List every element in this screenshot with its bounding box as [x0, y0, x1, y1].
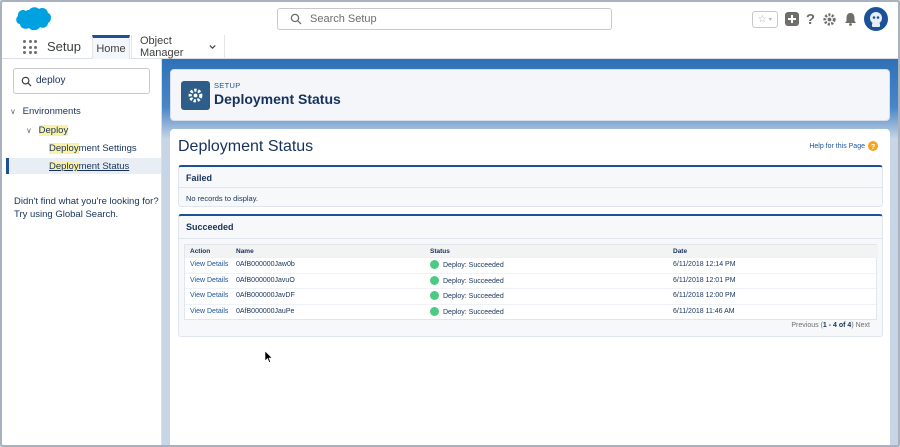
quick-find-value: deploy	[36, 75, 66, 86]
help-for-page-link[interactable]: Help for this Page ?	[809, 141, 878, 151]
content-panel: Deployment Status Help for this Page ? F…	[170, 129, 890, 445]
deployment-name: 0AfB000000Jaw0b	[236, 261, 295, 268]
view-details-link[interactable]: View Details	[190, 277, 228, 284]
sidebar-help-text: Didn't find what you're looking for? Try…	[14, 195, 159, 221]
table-row: View Details 0AfB000000JavuO Deploy: Suc…	[185, 274, 878, 289]
table-row: View Details 0AfB000000Jaw0b Deploy: Suc…	[185, 258, 878, 274]
app-window: Search Setup ☆ ▾ ? Setup Home Object Man…	[0, 0, 900, 447]
chevron-down-icon[interactable]: ∨	[10, 107, 20, 116]
status-cell: Deploy: Succeeded	[430, 260, 504, 269]
tab-home[interactable]: Home	[92, 35, 130, 59]
view-details-link[interactable]: View Details	[190, 292, 228, 299]
chevron-down-icon[interactable]: ∨	[26, 126, 36, 135]
tab-object-manager-label: Object Manager	[140, 35, 184, 59]
divider	[179, 238, 882, 239]
app-navigation: Setup Home Object Manager	[2, 35, 898, 59]
search-icon	[290, 13, 302, 25]
help-icon[interactable]: ?	[806, 11, 815, 28]
app-name: Setup	[47, 39, 81, 54]
avatar[interactable]	[864, 7, 888, 31]
section-title: Succeeded	[186, 222, 234, 232]
deployment-date: 6/11/2018 12:00 PM	[673, 292, 736, 299]
page-range: 1 - 4 of 4	[822, 322, 852, 329]
content-title: Deployment Status	[178, 138, 314, 155]
app-launcher-icon[interactable]	[23, 40, 37, 54]
page-title: Deployment Status	[214, 91, 341, 107]
deployment-date: 6/11/2018 12:14 PM	[673, 261, 736, 268]
deployments-table: Action Name Status Date View Details 0Af…	[184, 244, 878, 321]
check-circle-icon	[430, 306, 439, 316]
search-match: Deploy	[49, 161, 79, 172]
deployment-date: 6/11/2018 12:01 PM	[673, 276, 736, 284]
search-match: Deploy	[49, 143, 79, 154]
status-cell: Deploy: Succeeded	[430, 291, 504, 300]
setup-sidebar: deploy ∨ Environments ∨ Deploy Deploymen…	[2, 59, 162, 445]
deployment-date: 6/11/2018 11:46 AM	[673, 307, 735, 315]
header-icons: ☆ ▾ ?	[751, 7, 888, 31]
tree-item-deploy[interactable]: ∨ Deploy	[26, 125, 69, 136]
search-input[interactable]: Search Setup	[277, 8, 612, 30]
table-row: View Details 0AfB000000JauPe Deploy: Suc…	[185, 305, 878, 321]
pagination: Previous (1 - 4 of 4) Next	[791, 322, 870, 329]
status-text: Deploy: Succeeded	[443, 293, 504, 300]
table-row: View Details 0AfB000000JavDF Deploy: Suc…	[185, 289, 878, 305]
tree-item-environments[interactable]: ∨ Environments	[10, 106, 81, 117]
status-text: Deploy: Succeeded	[443, 308, 504, 316]
view-details-link[interactable]: View Details	[190, 261, 228, 268]
help-question-icon[interactable]: ?	[868, 141, 878, 151]
empty-message: No records to display.	[186, 194, 258, 203]
status-cell: Deploy: Succeeded	[430, 306, 504, 316]
view-details-link[interactable]: View Details	[190, 308, 228, 315]
section-title: Failed	[186, 173, 213, 183]
tab-home-label: Home	[96, 42, 126, 55]
deployment-name: 0AfB000000JavDF	[236, 292, 295, 299]
chevron-down-icon[interactable]	[209, 44, 216, 50]
status-text: Deploy: Succeeded	[443, 262, 504, 269]
column-header[interactable]: Status	[430, 248, 450, 255]
help-link-label[interactable]: Help for this Page	[809, 143, 865, 150]
failed-section: Failed No records to display.	[178, 165, 883, 207]
search-placeholder: Search Setup	[310, 13, 377, 25]
sidebar-item-label: ment Status	[78, 161, 130, 172]
next-link[interactable]: Next	[856, 322, 870, 329]
main-area: SETUP Deployment Status Deployment Statu…	[162, 59, 898, 445]
add-icon[interactable]	[784, 12, 799, 26]
table-header: Action Name Status Date	[185, 245, 878, 258]
setup-gear-icon	[181, 81, 210, 110]
tree-label-environments: Environments	[22, 106, 81, 117]
column-header: Action	[190, 248, 211, 255]
page-header: SETUP Deployment Status	[170, 69, 890, 121]
column-header[interactable]: Name	[236, 248, 254, 255]
succeeded-section: Succeeded Action Name Status Date View D…	[178, 214, 883, 337]
divider	[179, 187, 882, 188]
tab-object-manager[interactable]: Object Manager	[131, 35, 225, 59]
status-cell: Deploy: Succeeded	[430, 275, 504, 285]
favorites-icon[interactable]: ☆ ▾	[751, 10, 778, 28]
deployment-name: 0AfB000000JauPe	[236, 307, 295, 315]
check-circle-icon	[430, 260, 439, 269]
check-circle-icon	[430, 275, 439, 285]
column-header[interactable]: Date	[673, 248, 687, 255]
page-eyebrow: SETUP	[214, 81, 241, 90]
notifications-icon[interactable]	[844, 12, 857, 26]
deployment-name: 0AfB000000JavuO	[236, 276, 295, 284]
sidebar-item-label: ment Settings	[78, 143, 137, 154]
help-line: Didn't find what you're looking for?	[14, 196, 159, 207]
mouse-cursor-icon	[265, 351, 273, 363]
help-line: Try using Global Search.	[14, 209, 119, 220]
quick-find-input[interactable]: deploy	[13, 68, 150, 94]
status-text: Deploy: Succeeded	[443, 277, 504, 285]
salesforce-logo[interactable]	[14, 6, 52, 32]
settings-icon[interactable]	[822, 12, 837, 27]
sidebar-item-deployment-settings[interactable]: Deployment Settings	[49, 143, 137, 154]
tree-label-deploy: Deploy	[38, 125, 69, 136]
check-circle-icon	[430, 291, 439, 300]
sidebar-item-deployment-status[interactable]: Deployment Status	[49, 161, 129, 172]
previous-link[interactable]: Previous	[791, 322, 818, 329]
search-icon	[21, 76, 32, 87]
global-header: Search Setup ☆ ▾ ?	[2, 2, 898, 35]
